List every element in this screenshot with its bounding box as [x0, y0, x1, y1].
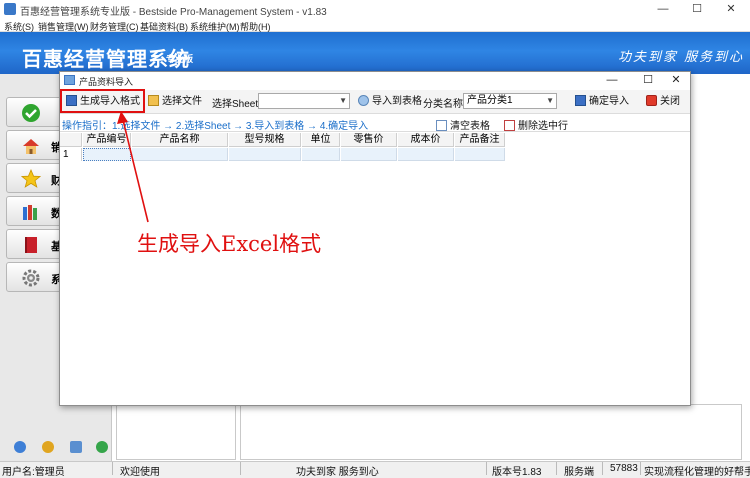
status-divider	[640, 462, 641, 475]
minimize-button[interactable]: —	[646, 0, 680, 18]
category-label: 分类名称	[423, 99, 463, 110]
product-grid	[60, 133, 690, 405]
column-header-product-name[interactable]: 产品名称	[132, 133, 228, 147]
home-icon	[21, 136, 41, 156]
column-header-remarks[interactable]: 产品备注	[455, 133, 505, 147]
dialog-minimize-button[interactable]: —	[602, 72, 622, 88]
banner-slogan: 功夫到家 服务到心	[618, 50, 745, 65]
window-title: 百惠经营管理系统专业版 - Bestside Pro-Management Sy…	[20, 7, 327, 18]
dialog-close-button[interactable]: ✕	[666, 72, 686, 88]
status-divider	[240, 462, 241, 475]
info-icon[interactable]	[42, 441, 54, 453]
disk-icon	[575, 95, 586, 106]
confirm-import-button[interactable]: 确定导入	[575, 94, 629, 110]
panel-box-right	[240, 404, 742, 460]
import-to-table-button[interactable]: 导入到表格	[358, 94, 422, 110]
import-to-table-label: 导入到表格	[372, 96, 422, 107]
clear-table-button[interactable]: 清空表格	[436, 117, 490, 132]
operation-guide: 操作指引：1.选择文件 → 2.选择Sheet → 3.导入到表格 → 4.确定…	[62, 121, 369, 132]
books-icon	[21, 202, 41, 222]
annotation-text: 生成导入Excel格式	[137, 232, 322, 256]
confirm-import-label: 确定导入	[589, 96, 629, 107]
column-header-unit[interactable]: 单位	[302, 133, 340, 147]
category-select[interactable]: 产品分类1 ▼	[463, 93, 557, 109]
annotation-highlight-box	[60, 89, 145, 113]
column-header-product-code[interactable]: 产品编号	[83, 133, 131, 147]
check-icon	[21, 103, 41, 123]
status-divider	[602, 462, 603, 475]
column-header-model-spec[interactable]: 型号规格	[229, 133, 301, 147]
grid-cell[interactable]	[455, 148, 505, 161]
banner-subtitle: 专业版	[166, 54, 194, 64]
grid-corner	[60, 133, 82, 147]
clear-table-label: 清空表格	[450, 121, 490, 132]
eye-icon	[358, 95, 369, 106]
chevron-down-icon: ▼	[546, 96, 554, 105]
status-divider	[112, 462, 113, 475]
close-dialog-button[interactable]: 关闭	[646, 94, 680, 110]
chevron-down-icon: ▼	[339, 96, 347, 105]
help-icon[interactable]	[14, 441, 26, 453]
gear-icon	[21, 268, 41, 288]
choose-sheet-label: 选择Sheet	[212, 99, 259, 110]
dialog-window-icon	[64, 75, 75, 85]
dialog-title: 产品资料导入	[79, 77, 134, 87]
folder-icon	[148, 95, 159, 106]
grid-cell[interactable]	[229, 148, 301, 161]
refresh-icon[interactable]	[96, 441, 108, 453]
grid-cell[interactable]	[341, 148, 397, 161]
close-button[interactable]: ✕	[714, 0, 748, 18]
sheet-select[interactable]: ▼	[258, 93, 350, 109]
dialog-maximize-button[interactable]: ☐	[638, 72, 658, 88]
grid-cell[interactable]	[302, 148, 340, 161]
document-icon	[436, 120, 447, 131]
status-service-value: 57883	[610, 463, 638, 474]
app-icon	[4, 3, 16, 15]
close-icon	[646, 95, 657, 106]
delete-row-button[interactable]: 删除选中行	[504, 117, 568, 132]
delete-icon	[504, 120, 515, 131]
grid-cell[interactable]	[398, 148, 454, 161]
star-icon	[20, 168, 42, 189]
delete-row-label: 删除选中行	[518, 121, 568, 132]
choose-file-button[interactable]: 选择文件	[148, 94, 202, 110]
search-icon[interactable]	[70, 441, 82, 453]
maximize-button[interactable]: ☐	[680, 0, 714, 18]
banner-title: 百惠经营管理系统	[22, 49, 190, 71]
column-header-cost-price[interactable]: 成本价	[398, 133, 454, 147]
choose-file-label: 选择文件	[162, 96, 202, 107]
grid-cell[interactable]	[83, 148, 131, 161]
close-dialog-label: 关闭	[660, 96, 680, 107]
column-header-retail-price[interactable]: 零售价	[341, 133, 397, 147]
status-divider	[556, 462, 557, 475]
category-select-value: 产品分类1	[467, 95, 513, 106]
row-number: 1	[60, 148, 82, 161]
book-icon	[21, 235, 41, 255]
panel-box-left	[116, 404, 236, 460]
grid-cell[interactable]	[132, 148, 228, 161]
status-divider	[486, 462, 487, 475]
